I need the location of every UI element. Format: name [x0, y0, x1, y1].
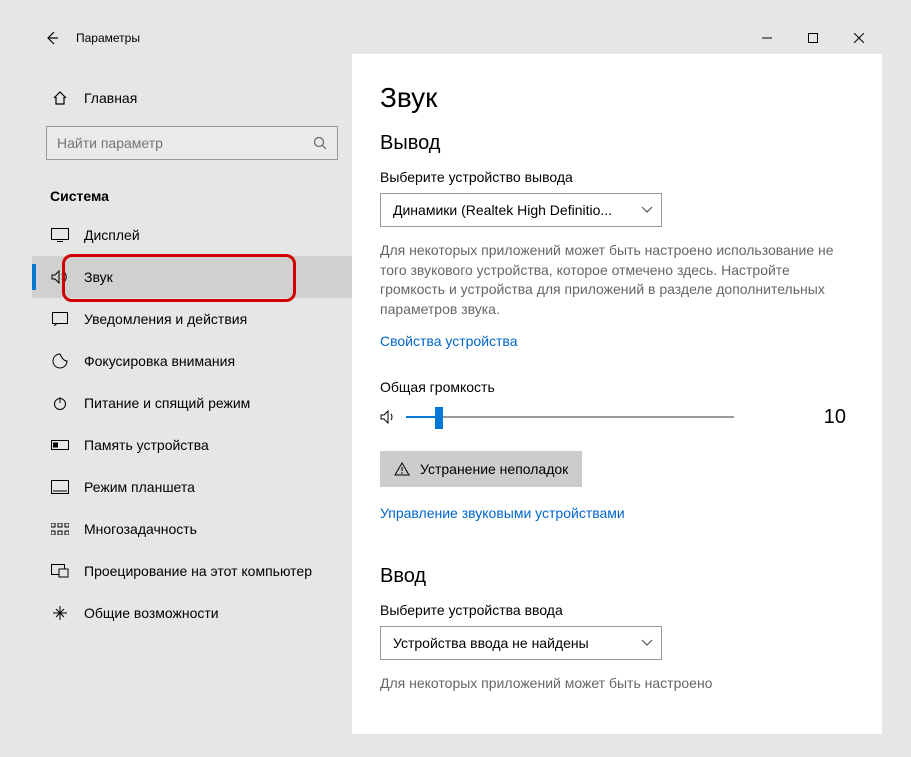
sidebar: Главная Система Дисплей Звук Уведомления… — [32, 54, 352, 734]
output-device-label: Выберите устройство вывода — [380, 169, 854, 185]
page-title: Звук — [380, 82, 854, 114]
volume-row: 10 — [380, 405, 854, 429]
input-section-heading: Ввод — [380, 565, 854, 588]
settings-window: Параметры Главная Систе — [32, 22, 882, 734]
storage-icon — [50, 440, 70, 450]
titlebar: Параметры — [32, 22, 882, 54]
sidebar-item-label: Память устройства — [84, 437, 209, 453]
search-box[interactable] — [46, 126, 338, 160]
notifications-icon — [50, 312, 70, 326]
sidebar-item-shared[interactable]: Общие возможности — [32, 592, 352, 634]
sidebar-item-tablet[interactable]: Режим планшета — [32, 466, 352, 508]
sidebar-item-focus[interactable]: Фокусировка внимания — [32, 340, 352, 382]
warning-icon — [394, 462, 410, 476]
window-title: Параметры — [76, 31, 140, 45]
troubleshoot-label: Устранение неполадок — [420, 461, 568, 477]
minimize-icon — [762, 33, 772, 43]
output-hint-text: Для некоторых приложений может быть наст… — [380, 241, 840, 319]
manage-devices-link[interactable]: Управление звуковыми устройствами — [380, 505, 625, 521]
sidebar-item-label: Питание и спящий режим — [84, 395, 250, 411]
master-volume-label: Общая громкость — [380, 379, 854, 395]
shared-icon — [50, 605, 70, 621]
sidebar-item-display[interactable]: Дисплей — [32, 214, 352, 256]
input-device-dropdown[interactable]: Устройства ввода не найдены — [380, 626, 662, 660]
slider-track — [406, 416, 734, 418]
sidebar-item-label: Режим планшета — [84, 479, 195, 495]
chevron-down-icon — [641, 639, 653, 647]
power-icon — [50, 395, 70, 411]
sidebar-item-label: Звук — [84, 269, 113, 285]
sidebar-item-label: Общие возможности — [84, 605, 219, 621]
chevron-down-icon — [641, 206, 653, 214]
multitask-icon — [50, 523, 70, 535]
maximize-icon — [808, 33, 818, 43]
search-input[interactable] — [57, 135, 313, 151]
back-button[interactable] — [32, 22, 72, 54]
input-hint-text: Для некоторых приложений может быть наст… — [380, 674, 840, 694]
minimize-button[interactable] — [744, 22, 790, 54]
volume-slider[interactable] — [406, 405, 734, 429]
sound-icon — [50, 270, 70, 284]
sidebar-item-notifications[interactable]: Уведомления и действия — [32, 298, 352, 340]
search-icon — [313, 136, 327, 150]
sidebar-item-label: Проецирование на этот компьютер — [84, 563, 312, 579]
troubleshoot-button[interactable]: Устранение неполадок — [380, 451, 582, 487]
sidebar-item-label: Фокусировка внимания — [84, 353, 235, 369]
main-content: Звук Вывод Выберите устройство вывода Ди… — [352, 54, 882, 734]
output-section-heading: Вывод — [380, 132, 854, 155]
home-label: Главная — [84, 90, 137, 106]
home-link[interactable]: Главная — [32, 78, 352, 118]
speaker-icon — [380, 409, 398, 425]
output-device-dropdown[interactable]: Динамики (Realtek High Definitio... — [380, 193, 662, 227]
sidebar-item-project[interactable]: Проецирование на этот компьютер — [32, 550, 352, 592]
sidebar-item-storage[interactable]: Память устройства — [32, 424, 352, 466]
section-title: Система — [32, 160, 352, 214]
sidebar-item-power[interactable]: Питание и спящий режим — [32, 382, 352, 424]
sidebar-item-label: Многозадачность — [84, 521, 197, 537]
display-icon — [50, 228, 70, 242]
sidebar-item-label: Уведомления и действия — [84, 311, 247, 327]
input-device-label: Выберите устройства ввода — [380, 602, 854, 618]
project-icon — [50, 564, 70, 578]
slider-thumb[interactable] — [435, 407, 443, 429]
close-button[interactable] — [836, 22, 882, 54]
maximize-button[interactable] — [790, 22, 836, 54]
focus-icon — [50, 353, 70, 369]
sidebar-item-label: Дисплей — [84, 227, 140, 243]
close-icon — [854, 33, 864, 43]
arrow-left-icon — [44, 30, 60, 46]
dropdown-value: Динамики (Realtek High Definitio... — [393, 202, 641, 218]
sidebar-item-sound[interactable]: Звук — [32, 256, 352, 298]
volume-value: 10 — [824, 406, 854, 429]
sidebar-item-multitask[interactable]: Многозадачность — [32, 508, 352, 550]
tablet-icon — [50, 480, 70, 494]
dropdown-value: Устройства ввода не найдены — [393, 635, 641, 651]
device-properties-link[interactable]: Свойства устройства — [380, 333, 518, 349]
home-icon — [50, 90, 70, 106]
